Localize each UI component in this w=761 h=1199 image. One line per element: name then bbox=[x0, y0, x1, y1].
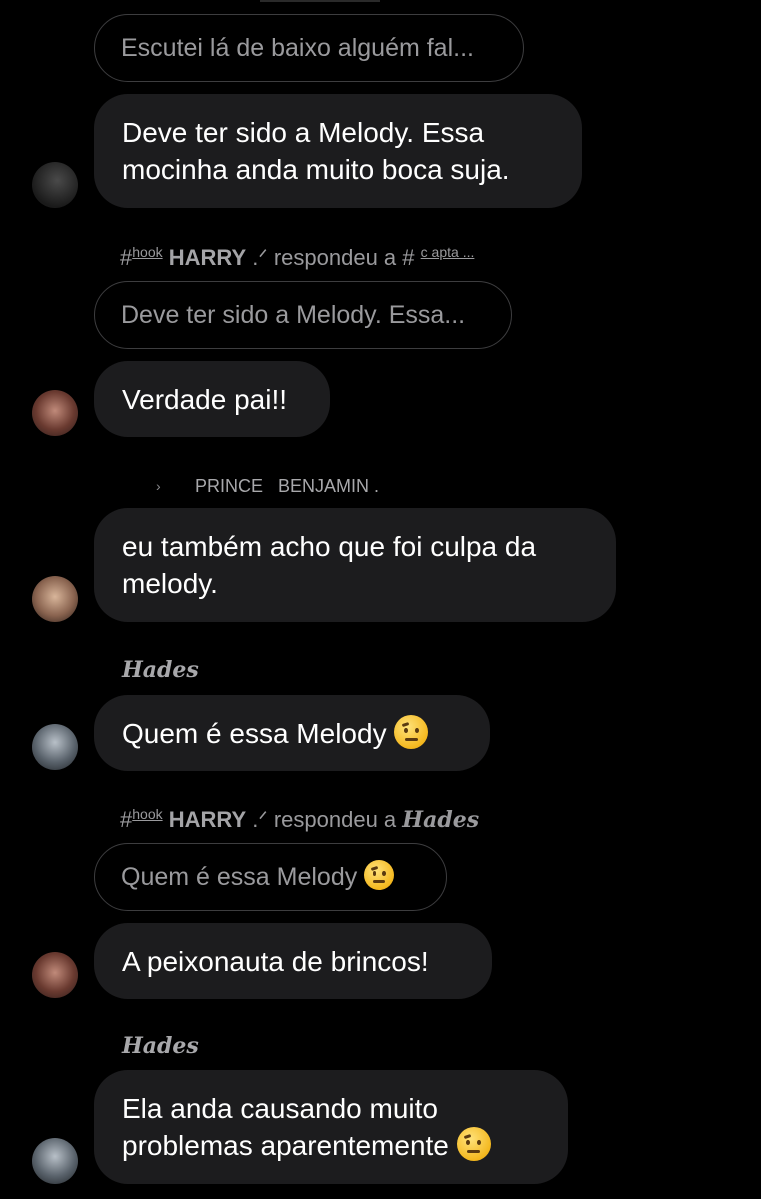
raised-eyebrow-emoji-icon bbox=[394, 715, 429, 749]
top-fade-line bbox=[260, 0, 380, 2]
quoted-message[interactable]: Deve ter sido a Melody. Essa... bbox=[94, 281, 512, 349]
message-bubble[interactable]: Quem é essa Melody bbox=[94, 695, 490, 771]
reply-prefix: hook bbox=[132, 244, 163, 260]
reply-target: c apta ... bbox=[420, 244, 475, 260]
message-text: Quem é essa Melody bbox=[122, 718, 387, 749]
message-text-line: problemas aparentemente bbox=[122, 1130, 449, 1161]
reply-header: #hook HARRY .ᐟ respondeu a # c apta ... bbox=[120, 244, 474, 271]
sender-name[interactable]: Hades bbox=[122, 657, 199, 683]
quoted-text: Quem é essa Melody bbox=[121, 863, 358, 891]
message-text-line: eu também acho que foi culpa da bbox=[122, 531, 537, 562]
message-bubble[interactable]: Ela anda causando muito problemas aparen… bbox=[94, 1070, 568, 1184]
quoted-message[interactable]: Escutei lá de baixo alguém fal... bbox=[94, 14, 524, 82]
message-bubble[interactable]: eu também acho que foi culpa da melody. bbox=[94, 508, 616, 622]
message-text-line: melody. bbox=[122, 568, 218, 599]
avatar[interactable] bbox=[32, 576, 78, 622]
avatar[interactable] bbox=[32, 390, 78, 436]
reply-sender-name: HARRY bbox=[168, 807, 247, 832]
quoted-message[interactable]: Quem é essa Melody bbox=[94, 843, 447, 911]
reply-target: Hades bbox=[402, 807, 480, 833]
message-text: Verdade pai!! bbox=[122, 384, 288, 415]
avatar[interactable] bbox=[32, 724, 78, 770]
reply-header: #hook HARRY .ᐟ respondeu a Hades bbox=[120, 806, 479, 833]
reply-verb: respondeu a bbox=[273, 807, 397, 832]
avatar[interactable] bbox=[32, 162, 78, 208]
reply-sender-name: HARRY bbox=[168, 245, 247, 270]
quoted-text: Escutei lá de baixo alguém fal... bbox=[121, 34, 474, 62]
reply-suffix: .ᐟ bbox=[252, 807, 268, 832]
reply-target-hash: # bbox=[402, 245, 415, 270]
quoted-text: Deve ter sido a Melody. Essa... bbox=[121, 301, 466, 329]
message-text-line: mocinha anda muito boca suja. bbox=[122, 154, 510, 185]
message-text-line: Deve ter sido a Melody. Essa bbox=[122, 117, 485, 148]
message-bubble[interactable]: Deve ter sido a Melody. Essa mocinha and… bbox=[94, 94, 582, 208]
avatar[interactable] bbox=[32, 952, 78, 998]
raised-eyebrow-emoji-icon bbox=[456, 1127, 491, 1161]
reply-hash: # bbox=[120, 807, 133, 832]
raised-eyebrow-emoji-icon bbox=[364, 860, 395, 890]
reply-hash: # bbox=[120, 245, 133, 270]
reply-prefix: hook bbox=[132, 806, 163, 822]
message-bubble[interactable]: A peixonauta de brincos! bbox=[94, 923, 492, 999]
message-bubble[interactable]: Verdade pai!! bbox=[94, 361, 330, 437]
sender-chevron-icon: › bbox=[156, 478, 161, 494]
message-text: A peixonauta de brincos! bbox=[122, 946, 429, 977]
sender-name[interactable]: PRINCE BENJAMIN . bbox=[195, 476, 379, 497]
avatar[interactable] bbox=[32, 1138, 78, 1184]
sender-name[interactable]: Hades bbox=[122, 1033, 199, 1059]
message-text-line: Ela anda causando muito bbox=[122, 1093, 438, 1124]
reply-verb: respondeu a bbox=[273, 245, 397, 270]
reply-suffix: .ᐟ bbox=[252, 245, 268, 270]
